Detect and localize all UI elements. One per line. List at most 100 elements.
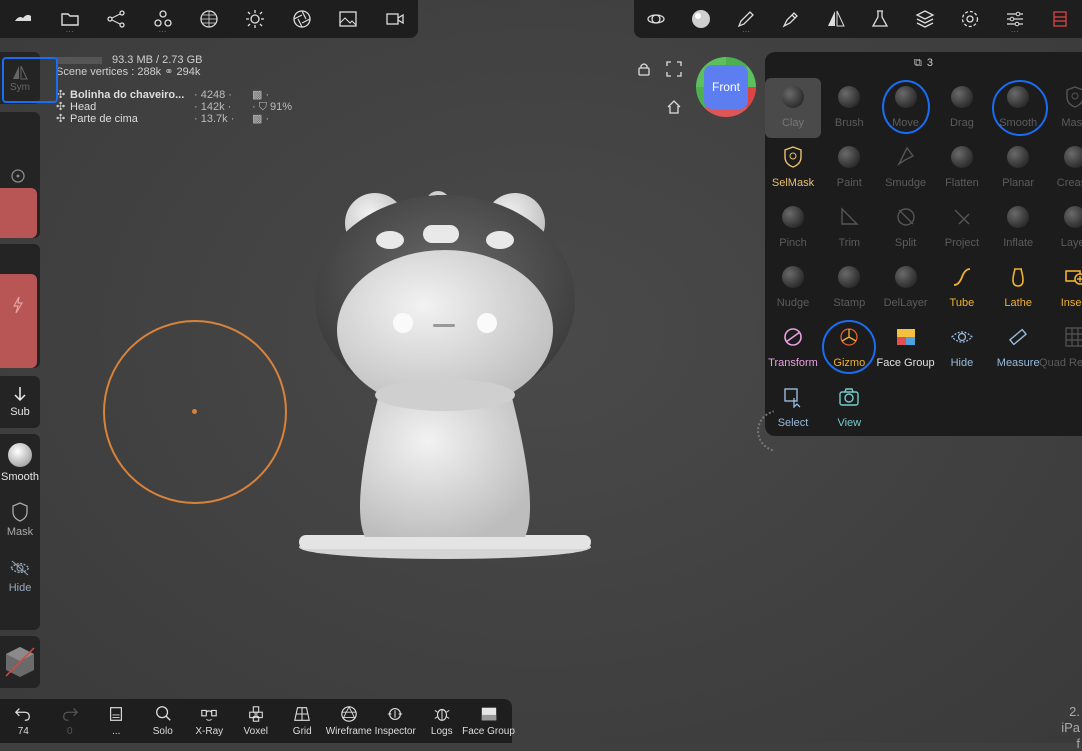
mask-label: Mask bbox=[7, 526, 33, 538]
bottom-undo-button[interactable]: 74 bbox=[0, 699, 47, 743]
project-tool-icon bbox=[949, 204, 975, 230]
more-dots: ··· bbox=[1011, 29, 1019, 35]
bottom-wireframe-button[interactable]: Wireframe bbox=[326, 699, 373, 743]
link-value: 294k bbox=[177, 66, 201, 78]
tool-view[interactable]: View bbox=[821, 378, 877, 438]
tool-measure[interactable]: Measure bbox=[990, 318, 1046, 378]
layers-button[interactable] bbox=[903, 0, 948, 38]
brush-pen-button[interactable]: ··· bbox=[724, 0, 769, 38]
scene-button[interactable]: ··· bbox=[139, 0, 185, 38]
tool-insert[interactable]: Insert bbox=[1047, 258, 1082, 318]
radius-slider-fill[interactable] bbox=[0, 188, 37, 238]
lock-icon[interactable] bbox=[636, 61, 652, 77]
tool-stamp[interactable]: Stamp bbox=[821, 258, 877, 318]
intensity-slider-fill[interactable] bbox=[0, 274, 37, 368]
light-button[interactable] bbox=[232, 0, 278, 38]
bottom-xray-button[interactable]: X-Ray bbox=[186, 699, 233, 743]
tool-inflate[interactable]: Inflate bbox=[990, 198, 1046, 258]
dellayer-tool-icon bbox=[893, 264, 919, 290]
link-icon: ⚭ bbox=[164, 66, 173, 78]
bottom-grid-button[interactable]: Grid bbox=[279, 699, 326, 743]
symmetry-button[interactable] bbox=[813, 0, 858, 38]
tool-label: Face Group bbox=[877, 357, 935, 369]
video-button[interactable] bbox=[372, 0, 418, 38]
sculpt-model[interactable] bbox=[290, 185, 600, 565]
checker-icon: ▩ · bbox=[252, 113, 269, 125]
orbit-button[interactable] bbox=[634, 0, 679, 38]
corner-text-1: 2. bbox=[1069, 704, 1080, 719]
top-right-toolbar: ··· ··· bbox=[634, 0, 1082, 38]
tool-mask[interactable]: Mask bbox=[1047, 78, 1082, 138]
material-button[interactable] bbox=[186, 0, 232, 38]
bottom-bug-button[interactable]: Logs bbox=[419, 699, 466, 743]
tool-split[interactable]: Split bbox=[878, 198, 934, 258]
tool-label: Select bbox=[778, 417, 809, 429]
tool-lathe[interactable]: Lathe bbox=[990, 258, 1046, 318]
menu-button[interactable] bbox=[1037, 0, 1082, 38]
tool-tube[interactable]: Tube bbox=[934, 258, 990, 318]
fullscreen-icon[interactable] bbox=[666, 61, 682, 77]
tool-label: SelMask bbox=[772, 177, 814, 189]
object-count-value: 4248 bbox=[201, 89, 225, 101]
tool-flatten[interactable]: Flatten bbox=[934, 138, 990, 198]
aperture-button[interactable] bbox=[279, 0, 325, 38]
inspector-icon bbox=[386, 705, 404, 723]
tool-nudge[interactable]: Nudge bbox=[765, 258, 821, 318]
tool-transform[interactable]: Transform bbox=[765, 318, 821, 378]
folder-button[interactable]: ··· bbox=[46, 0, 92, 38]
bottom-inspector-button[interactable]: Inspector bbox=[372, 699, 419, 743]
bug-icon bbox=[433, 705, 451, 723]
scene-object-row[interactable]: ✣Head· 142k ·· ⛉ 91% bbox=[56, 101, 292, 113]
bottom-voxel-button[interactable]: Voxel bbox=[233, 699, 280, 743]
tool-label: Inflate bbox=[1003, 237, 1033, 249]
layers-icon bbox=[915, 9, 935, 29]
tool-crease[interactable]: Crease bbox=[1047, 138, 1082, 198]
tool-quad-remesh[interactable]: Quad Remesh bbox=[1047, 318, 1082, 378]
bottom-facegroup-button[interactable]: Face Group bbox=[465, 699, 512, 743]
tool-selmask[interactable]: SelMask bbox=[765, 138, 821, 198]
hide-button[interactable]: Hide bbox=[0, 548, 40, 604]
logo-button[interactable] bbox=[0, 0, 46, 38]
sub-button[interactable]: Sub bbox=[0, 376, 40, 428]
tool-pinch[interactable]: Pinch bbox=[765, 198, 821, 258]
vertices-value: 288k bbox=[137, 66, 161, 78]
matcap-sphere-button[interactable] bbox=[679, 0, 724, 38]
material-preview[interactable] bbox=[0, 636, 40, 688]
image-button[interactable] bbox=[325, 0, 371, 38]
bottom-notes-button[interactable]: ... bbox=[93, 699, 140, 743]
tool-label: Transform bbox=[768, 357, 818, 369]
tool-dellayer[interactable]: DelLayer bbox=[878, 258, 934, 318]
planar-tool-icon bbox=[1005, 144, 1031, 170]
flask-button[interactable] bbox=[858, 0, 903, 38]
smooth-button[interactable]: Smooth bbox=[0, 434, 40, 492]
view-cube-gizmo[interactable]: Front bbox=[696, 57, 756, 117]
tool-paint[interactable]: Paint bbox=[821, 138, 877, 198]
quad-remesh-tool-icon bbox=[1062, 324, 1082, 350]
bottom-redo-button[interactable]: 0 bbox=[47, 699, 94, 743]
orbit-icon bbox=[646, 9, 666, 29]
tool-brush[interactable]: Brush bbox=[821, 78, 877, 138]
tool-project[interactable]: Project bbox=[934, 198, 990, 258]
home-icon[interactable] bbox=[666, 99, 682, 115]
tool-trim[interactable]: Trim bbox=[821, 198, 877, 258]
view-face-front[interactable]: Front bbox=[704, 65, 748, 109]
pen-button[interactable] bbox=[768, 0, 813, 38]
tool-planar[interactable]: Planar bbox=[990, 138, 1046, 198]
scene-icon bbox=[153, 9, 173, 29]
tool-face-group[interactable]: Face Group bbox=[878, 318, 934, 378]
bottom-search-button[interactable]: Solo bbox=[140, 699, 187, 743]
settings-button[interactable] bbox=[948, 0, 993, 38]
facegroup-icon bbox=[480, 705, 498, 723]
mask-button[interactable]: Mask bbox=[0, 492, 40, 548]
tool-drag[interactable]: Drag bbox=[934, 78, 990, 138]
tool-smudge[interactable]: Smudge bbox=[878, 138, 934, 198]
tool-clay[interactable]: Clay bbox=[765, 78, 821, 138]
matcap-sphere-icon bbox=[691, 9, 711, 29]
tool-layer[interactable]: Layer bbox=[1047, 198, 1082, 258]
scene-object-row[interactable]: ✣Bolinha do chaveiro...· 4248 ·▩ · bbox=[56, 89, 292, 101]
vertices-label: Scene vertices : bbox=[56, 66, 134, 78]
scene-object-row[interactable]: ✣Parte de cima· 13.7k ·▩ · bbox=[56, 113, 292, 125]
share-button[interactable] bbox=[93, 0, 139, 38]
tool-hide[interactable]: Hide bbox=[934, 318, 990, 378]
sliders-button[interactable]: ··· bbox=[992, 0, 1037, 38]
